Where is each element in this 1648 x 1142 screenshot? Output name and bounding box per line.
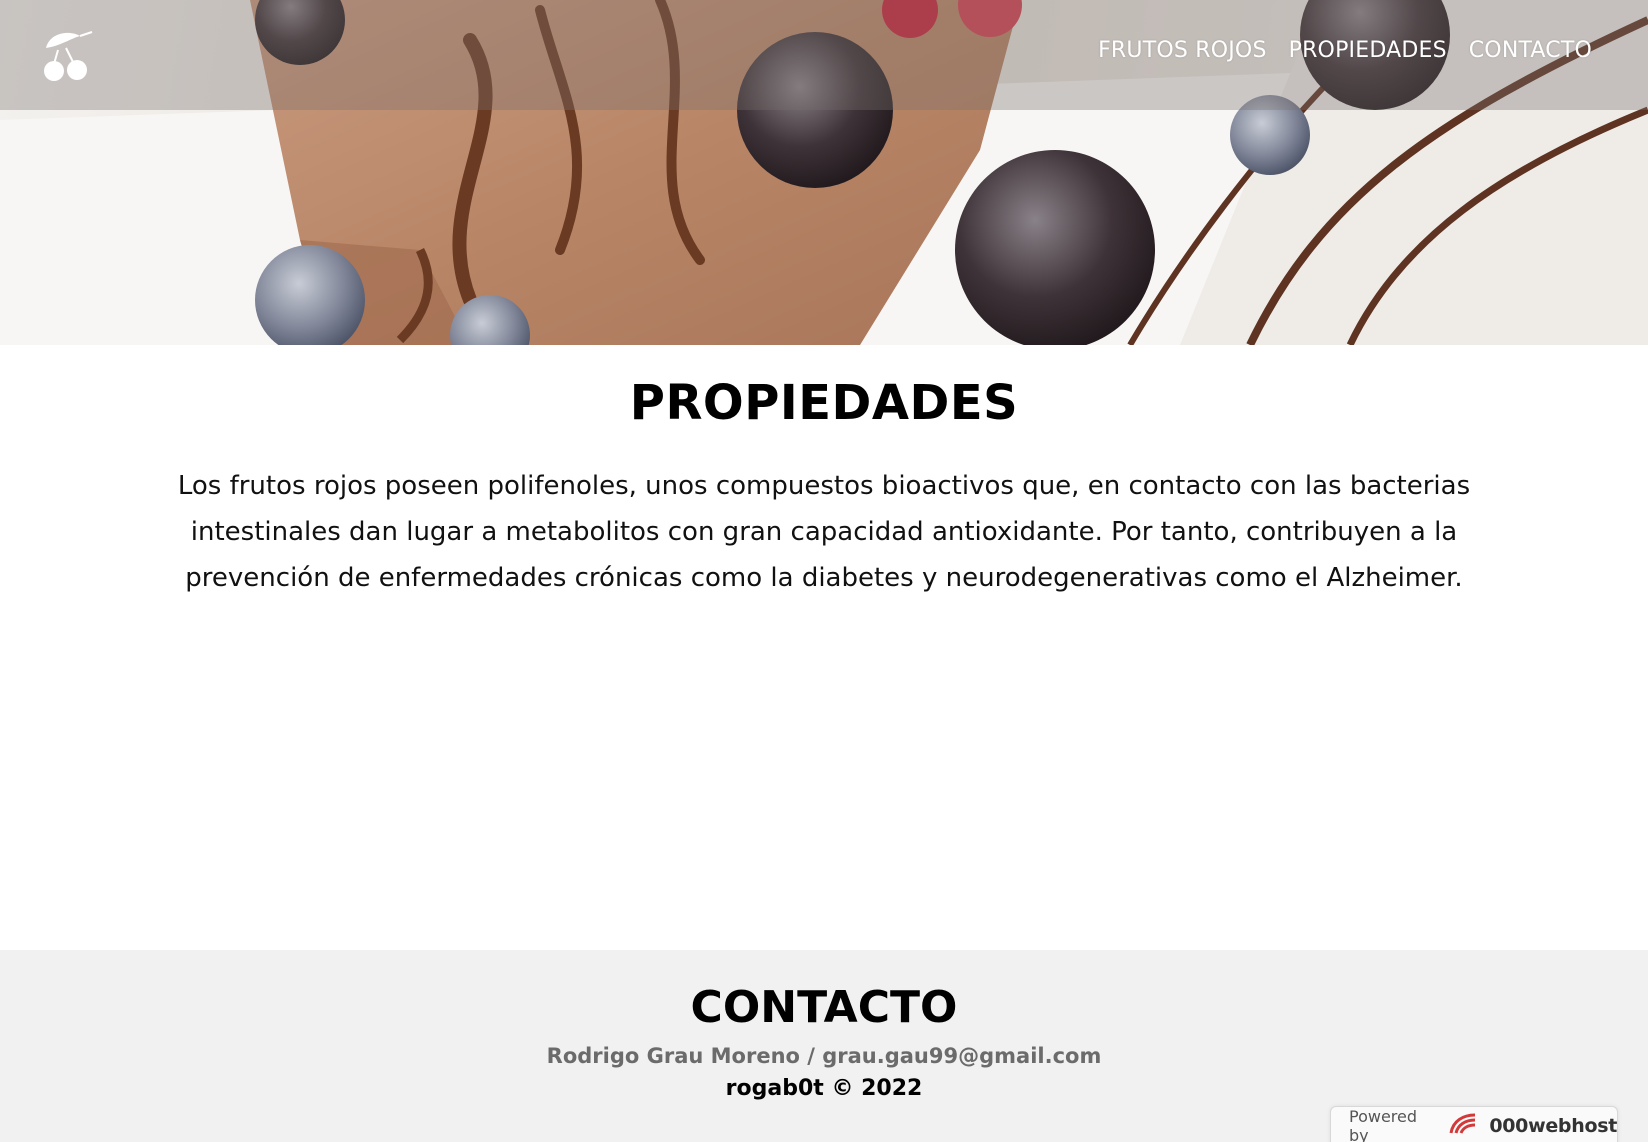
powered-by-badge[interactable]: Powered by 000webhost [1330,1106,1618,1142]
hero-image: FRUTOS ROJOS PROPIEDADES CONTACTO [0,0,1648,345]
section-title: PROPIEDADES [629,375,1019,431]
header-bar: FRUTOS ROJOS PROPIEDADES CONTACTO [0,0,1648,110]
nav-frutos-rojos[interactable]: FRUTOS ROJOS [1098,38,1267,63]
footer-title: CONTACTO [690,982,958,1033]
powered-by-brand: 000webhost [1489,1115,1617,1137]
nav-contacto[interactable]: CONTACTO [1469,38,1592,63]
section-text: Los frutos rojos poseen polifenoles, uno… [177,471,1471,593]
cherries-logo-icon[interactable] [40,26,96,82]
000webhost-logo-icon [1447,1111,1479,1141]
powered-by-label: Powered by [1349,1107,1418,1142]
propiedades-section: PROPIEDADES Los frutos rojos poseen poli… [0,345,1648,950]
nav-propiedades[interactable]: PROPIEDADES [1289,38,1447,63]
main-nav: FRUTOS ROJOS PROPIEDADES CONTACTO [1098,38,1592,63]
footer-copyright: rogab0t © 2022 [725,1076,923,1101]
footer-contact: Rodrigo Grau Moreno / grau.gau99@gmail.c… [546,1044,1102,1068]
